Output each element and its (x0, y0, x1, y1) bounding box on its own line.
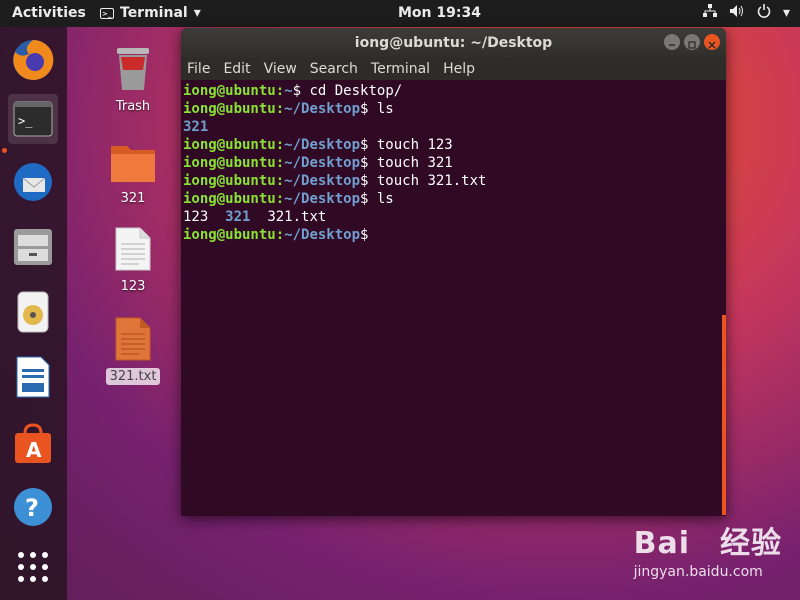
chevron-down-icon[interactable]: ▾ (783, 5, 790, 21)
writer-icon[interactable] (8, 352, 58, 402)
chevron-down-icon: ▾ (193, 5, 201, 21)
terminal-screen[interactable]: iong@ubuntu:~$ cd Desktop/ iong@ubuntu:~… (181, 80, 726, 516)
terminal-icon[interactable]: >_ (8, 94, 58, 144)
system-tray[interactable]: ▾ (702, 4, 790, 22)
clock[interactable]: Mon 19:34 (398, 5, 481, 21)
volume-icon[interactable] (729, 4, 745, 22)
terminal-line: iong@ubuntu:~/Desktop$ ls (183, 101, 394, 117)
text-file-icon (115, 317, 151, 361)
terminal-line: iong@ubuntu:~/Desktop$ touch 321 (183, 155, 453, 171)
activities-button[interactable]: Activities (12, 5, 86, 21)
desktop-icon-trash[interactable]: Trash (98, 46, 168, 115)
terminal-line: 321 (183, 119, 209, 135)
thunderbird-icon[interactable] (8, 157, 58, 207)
terminal-small-icon: >_ (100, 7, 114, 19)
baidu-watermark: Bai 经验 jingyan.baidu.com (633, 526, 782, 580)
terminal-line: 123 321 321.txt (183, 209, 327, 225)
terminal-line: iong@ubuntu:~/Desktop$ ls (183, 191, 394, 207)
trash-icon (117, 48, 149, 90)
text-file-icon (115, 227, 151, 271)
files-icon[interactable] (8, 222, 58, 272)
terminal-scrollbar[interactable] (722, 315, 726, 515)
dock: >_ A ? (0, 27, 67, 600)
desktop-icon-label: 321.txt (105, 368, 161, 385)
app-menu[interactable]: >_ Terminal ▾ (100, 5, 201, 21)
folder-icon (111, 146, 155, 182)
help-icon[interactable]: ? (8, 482, 58, 532)
rhythmbox-icon[interactable] (8, 287, 58, 337)
menu-help[interactable]: Help (443, 61, 475, 77)
maximize-button[interactable] (684, 34, 700, 50)
window-title: iong@ubuntu: ~/Desktop (354, 35, 553, 51)
menu-view[interactable]: View (264, 61, 297, 77)
menu-terminal[interactable]: Terminal (371, 61, 430, 77)
terminal-menubar: File Edit View Search Terminal Help (181, 58, 726, 80)
desktop-icon-label: 321 (120, 191, 146, 206)
menu-edit[interactable]: Edit (223, 61, 250, 77)
minimize-button[interactable] (664, 34, 680, 50)
close-button[interactable] (704, 34, 720, 50)
menu-file[interactable]: File (187, 61, 210, 77)
software-icon[interactable]: A (8, 419, 58, 469)
desktop-icon-label: 123 (120, 279, 146, 294)
running-indicator (2, 148, 7, 153)
svg-text:A: A (26, 438, 42, 462)
network-icon[interactable] (702, 4, 717, 22)
terminal-window[interactable]: iong@ubuntu: ~/Desktop File Edit View Se… (181, 28, 726, 516)
terminal-line: iong@ubuntu:~/Desktop$ (183, 227, 369, 243)
top-bar: Activities >_ Terminal ▾ Mon 19:34 ▾ (0, 0, 800, 27)
desktop-icon-file-123[interactable]: 123 (98, 226, 168, 295)
desktop-icon-file-321-txt[interactable]: 321.txt (98, 316, 168, 385)
menu-search[interactable]: Search (310, 61, 358, 77)
svg-text:>_: >_ (18, 114, 33, 128)
svg-text:?: ? (25, 494, 39, 522)
terminal-line: iong@ubuntu:~/Desktop$ touch 321.txt (183, 173, 487, 189)
window-titlebar[interactable]: iong@ubuntu: ~/Desktop (181, 28, 726, 58)
desktop-icon-label: Trash (115, 99, 151, 114)
desktop-icon-folder-321[interactable]: 321 (98, 140, 168, 207)
apps-grid-icon[interactable] (8, 542, 58, 592)
firefox-icon[interactable] (8, 35, 58, 85)
terminal-line: iong@ubuntu:~/Desktop$ touch 123 (183, 137, 453, 153)
app-menu-label: Terminal (120, 5, 188, 21)
terminal-line: iong@ubuntu:~$ cd Desktop/ (183, 83, 403, 99)
power-icon[interactable] (757, 4, 771, 22)
